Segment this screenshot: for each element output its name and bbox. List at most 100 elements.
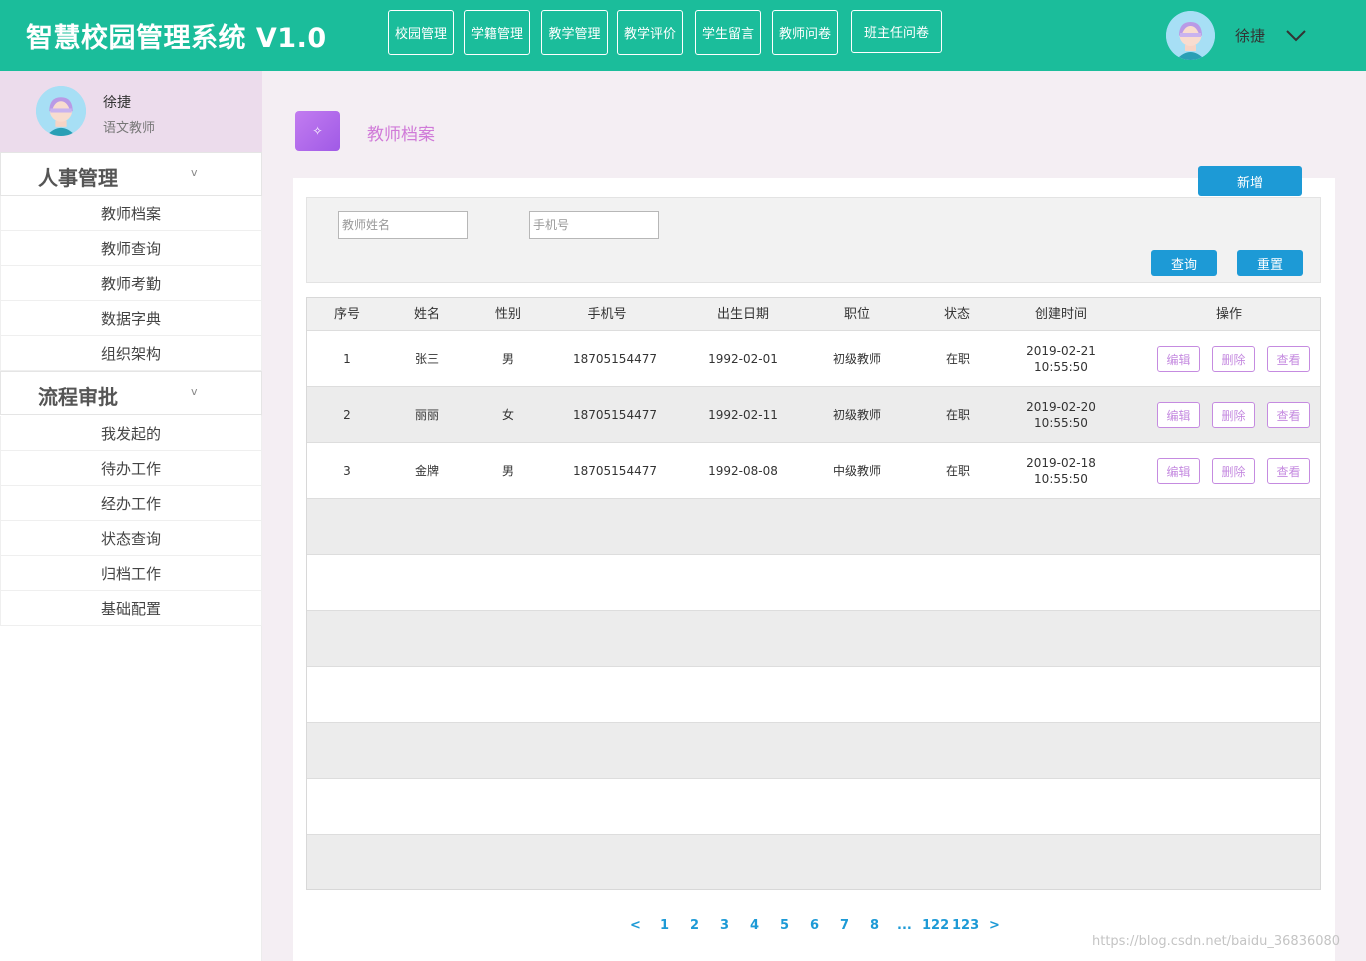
- empty-row: [307, 835, 1320, 889]
- page-1[interactable]: 1: [660, 918, 669, 933]
- phone-input[interactable]: [529, 211, 659, 239]
- cell-phone: 18705154477: [573, 463, 657, 478]
- header-actions: 操作: [1215, 307, 1242, 322]
- sidebar-item-teacher-archive[interactable]: 教师档案: [0, 196, 262, 231]
- cell-created: 2019-02-18 10:55:50: [1011, 443, 1111, 498]
- cell-status: 在职: [945, 463, 970, 478]
- nav-head-teacher-survey[interactable]: 班主任问卷: [851, 10, 942, 53]
- page-8[interactable]: 8: [870, 918, 879, 933]
- sidebar-item-teacher-attendance[interactable]: 教师考勤: [0, 266, 262, 301]
- table-row: 2 丽丽 女 18705154477 1992-02-11 初级教师 在职 20…: [307, 387, 1320, 443]
- sidebar-item-base-config[interactable]: 基础配置: [0, 591, 262, 626]
- page-3[interactable]: 3: [720, 918, 729, 933]
- created-date: 2019-02-20: [1026, 399, 1096, 414]
- nav-student-messages[interactable]: 学生留言: [695, 10, 761, 55]
- header-gender: 性别: [494, 307, 521, 322]
- created-time: 10:55:50: [1034, 471, 1088, 486]
- delete-button[interactable]: 删除: [1212, 458, 1255, 484]
- cell-birth: 1992-02-01: [708, 351, 778, 366]
- header-created: 创建时间: [1034, 307, 1087, 322]
- profile-role: 语文教师: [103, 121, 156, 136]
- created-time: 10:55:50: [1034, 359, 1088, 374]
- sidebar-item-initiated[interactable]: 我发起的: [0, 416, 262, 451]
- header-name: 姓名: [413, 307, 440, 322]
- page-5[interactable]: 5: [780, 918, 789, 933]
- page-123[interactable]: 123: [952, 918, 979, 933]
- cell-position: 中级教师: [832, 463, 881, 478]
- group-title: 流程审批: [38, 385, 118, 409]
- nav-teaching-management[interactable]: 教学管理: [541, 10, 608, 55]
- sidebar-item-todo[interactable]: 待办工作: [0, 451, 262, 486]
- page-2[interactable]: 2: [690, 918, 699, 933]
- nav-teaching-evaluation[interactable]: 教学评价: [617, 10, 683, 55]
- page-prev[interactable]: <: [630, 918, 641, 933]
- header-no: 序号: [333, 307, 360, 322]
- table-row: 3 金牌 男 18705154477 1992-08-08 中级教师 在职 20…: [307, 443, 1320, 499]
- query-button[interactable]: 查询: [1151, 250, 1217, 276]
- cell-position: 初级教师: [832, 407, 881, 422]
- header-status: 状态: [943, 307, 970, 322]
- nav-teacher-survey[interactable]: 教师问卷: [772, 10, 838, 55]
- app-title: 智慧校园管理系统 V1.0: [26, 23, 327, 54]
- cell-gender: 男: [501, 351, 514, 366]
- table-row: 1 张三 男 18705154477 1992-02-01 初级教师 在职 20…: [307, 331, 1320, 387]
- header-phone: 手机号: [587, 307, 627, 322]
- cell-no: 1: [343, 351, 351, 366]
- top-header: 智慧校园管理系统 V1.0 校园管理 学籍管理 教学管理 教学评价 学生留言 教…: [0, 0, 1366, 71]
- cell-position: 初级教师: [832, 351, 881, 366]
- cell-phone: 18705154477: [573, 351, 657, 366]
- chevron-down-icon: v: [191, 166, 198, 179]
- page-122[interactable]: 122: [922, 918, 949, 933]
- sidebar-item-status-query[interactable]: 状态查询: [0, 521, 262, 556]
- view-button[interactable]: 查看: [1267, 458, 1310, 484]
- empty-row: [307, 779, 1320, 835]
- empty-row: [307, 555, 1320, 611]
- nav-campus-management[interactable]: 校园管理: [388, 10, 454, 55]
- header-avatar[interactable]: [1166, 11, 1215, 60]
- created-date: 2019-02-21: [1026, 343, 1096, 358]
- cell-status: 在职: [945, 351, 970, 366]
- page-4[interactable]: 4: [750, 918, 759, 933]
- add-button[interactable]: 新增: [1198, 166, 1302, 196]
- sidebar-item-data-dictionary[interactable]: 数据字典: [0, 301, 262, 336]
- sidebar-group-personnel[interactable]: 人事管理 v: [0, 152, 262, 196]
- delete-button[interactable]: 删除: [1212, 402, 1255, 428]
- empty-row: [307, 723, 1320, 779]
- edit-button[interactable]: 编辑: [1157, 458, 1200, 484]
- cell-birth: 1992-08-08: [708, 463, 778, 478]
- nav-student-status[interactable]: 学籍管理: [464, 10, 530, 55]
- cell-gender: 男: [501, 463, 514, 478]
- cell-no: 2: [343, 407, 351, 422]
- created-date: 2019-02-18: [1026, 455, 1096, 470]
- page-next[interactable]: >: [989, 918, 1000, 933]
- view-button[interactable]: 查看: [1267, 346, 1310, 372]
- delete-button[interactable]: 删除: [1212, 346, 1255, 372]
- avatar-icon: [36, 86, 86, 136]
- sidebar-item-org-structure[interactable]: 组织架构: [0, 336, 262, 371]
- edit-button[interactable]: 编辑: [1157, 402, 1200, 428]
- header-user-name: 徐捷: [1235, 27, 1266, 45]
- sidebar-item-archived[interactable]: 归档工作: [0, 556, 262, 591]
- page-6[interactable]: 6: [810, 918, 819, 933]
- cell-created: 2019-02-21 10:55:50: [1011, 331, 1111, 386]
- empty-row: [307, 499, 1320, 555]
- page-7[interactable]: 7: [840, 918, 849, 933]
- empty-row: [307, 667, 1320, 723]
- teacher-name-input[interactable]: [338, 211, 468, 239]
- reset-button[interactable]: 重置: [1237, 250, 1303, 276]
- view-button[interactable]: 查看: [1267, 402, 1310, 428]
- sidebar-item-handled[interactable]: 经办工作: [0, 486, 262, 521]
- watermark: https://blog.csdn.net/baidu_36836080: [1092, 934, 1341, 949]
- chevron-down-icon[interactable]: [1284, 24, 1308, 48]
- teacher-table: 序号 姓名 性别 手机号 出生日期 职位 状态 创建时间 操作 1 张三 男 1…: [306, 297, 1321, 890]
- sidebar-group-approval[interactable]: 流程审批 v: [0, 371, 262, 415]
- cell-birth: 1992-02-11: [708, 407, 778, 422]
- edit-button[interactable]: 编辑: [1157, 346, 1200, 372]
- group-title: 人事管理: [38, 166, 118, 190]
- table-header: 序号 姓名 性别 手机号 出生日期 职位 状态 创建时间 操作: [307, 298, 1320, 331]
- sidebar-item-teacher-query[interactable]: 教师查询: [0, 231, 262, 266]
- cell-name: 丽丽: [414, 407, 439, 422]
- empty-row: [307, 611, 1320, 667]
- chevron-down-icon: v: [191, 385, 198, 398]
- header-birth: 出生日期: [716, 307, 769, 322]
